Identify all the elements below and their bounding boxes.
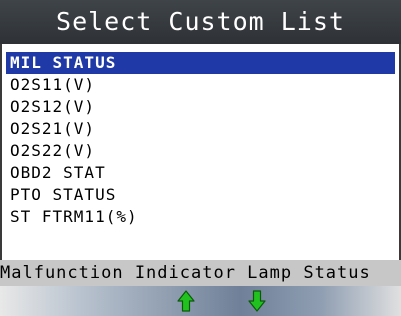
custom-list: MIL STATUS O2S11(V) O2S12(V) O2S21(V) O2… [6, 52, 395, 228]
list-item-o2s22[interactable]: O2S22(V) [6, 140, 395, 162]
up-arrow-icon[interactable] [174, 290, 198, 312]
custom-list-panel: MIL STATUS O2S11(V) O2S12(V) O2S21(V) O2… [0, 44, 401, 262]
list-item-pto-status[interactable]: PTO STATUS [6, 184, 395, 206]
list-item-o2s11[interactable]: O2S11(V) [6, 74, 395, 96]
list-item-o2s12[interactable]: O2S12(V) [6, 96, 395, 118]
list-item-o2s21[interactable]: O2S21(V) [6, 118, 395, 140]
description-bar: Malfunction Indicator Lamp Status [0, 260, 401, 286]
screen-title: Select Custom List [0, 0, 401, 44]
list-item-mil-status[interactable]: MIL STATUS [6, 52, 395, 74]
down-arrow-icon[interactable] [245, 290, 269, 312]
softkey-bar [0, 286, 401, 316]
list-item-obd2-stat[interactable]: OBD2 STAT [6, 162, 395, 184]
list-item-st-ftrm11[interactable]: ST FTRM11(%) [6, 206, 395, 228]
